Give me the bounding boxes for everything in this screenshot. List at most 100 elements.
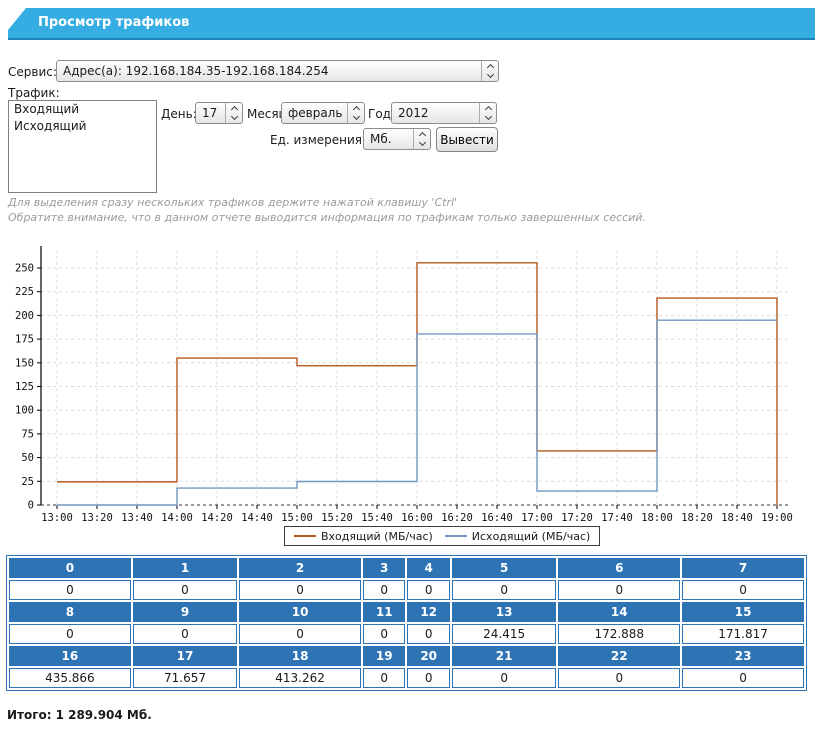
hour-header-cell: 21 — [452, 646, 556, 666]
hour-value-cell: 0 — [682, 668, 804, 688]
hour-header-cell: 15 — [682, 602, 804, 622]
spinner-arrows-icon[interactable] — [225, 103, 242, 123]
spinner-arrows-icon[interactable] — [479, 103, 496, 123]
hour-value-cell: 0 — [452, 668, 556, 688]
hour-value-cell: 0 — [407, 624, 449, 644]
unit-select-value: Мб. — [364, 129, 413, 149]
hour-value-cell: 0 — [558, 668, 680, 688]
chart-canvas: 025507510012515017520022525013:0013:2013… — [0, 240, 815, 530]
hour-header-cell: 1 — [133, 558, 237, 578]
x-tick-label: 13:40 — [121, 512, 153, 524]
hint-ctrl: Для выделения сразу нескольких трафиков … — [8, 196, 457, 209]
y-tick-label: 150 — [15, 357, 34, 369]
hour-value-cell: 171.817 — [682, 624, 804, 644]
hour-header-cell: 9 — [133, 602, 237, 622]
hour-header-cell: 13 — [452, 602, 556, 622]
unit-select[interactable]: Мб. — [363, 128, 431, 150]
traffic-listbox[interactable]: ВходящийИсходящий — [8, 100, 157, 193]
day-select[interactable]: 17 — [195, 102, 243, 124]
hour-value-cell: 0 — [363, 624, 405, 644]
hour-value-cell: 0 — [363, 580, 405, 600]
hour-value-cell: 0 — [133, 580, 237, 600]
y-tick-label: 175 — [15, 334, 34, 346]
legend-line-swatch — [445, 535, 467, 537]
traffic-option-0[interactable]: Входящий — [9, 101, 156, 118]
hour-header-cell: 0 — [9, 558, 131, 578]
traffic-option-1[interactable]: Исходящий — [9, 118, 156, 135]
year-select[interactable]: 2012 — [391, 102, 497, 124]
hour-value-cell: 172.888 — [558, 624, 680, 644]
y-tick-label: 75 — [21, 428, 34, 440]
y-tick-label: 25 — [21, 476, 34, 488]
service-select-value: Адрес(а): 192.168.184.35-192.168.184.254 — [57, 61, 481, 81]
hour-value-cell: 71.657 — [133, 668, 237, 688]
hour-header-cell: 10 — [239, 602, 361, 622]
series-line-1 — [57, 320, 777, 505]
hour-header-cell: 18 — [239, 646, 361, 666]
x-tick-label: 16:40 — [481, 512, 513, 524]
hour-header-cell: 6 — [558, 558, 680, 578]
y-tick-label: 250 — [15, 263, 34, 275]
day-label: День: — [161, 107, 197, 121]
spinner-arrows-icon[interactable] — [481, 61, 498, 81]
x-tick-label: 15:40 — [361, 512, 393, 524]
hour-value-cell: 0 — [682, 580, 804, 600]
x-tick-label: 16:00 — [401, 512, 433, 524]
hour-value-cell: 24.415 — [452, 624, 556, 644]
service-label: Сервис: — [8, 65, 57, 79]
hour-value-cell: 0 — [239, 624, 361, 644]
month-select-value: февраль — [282, 103, 347, 123]
legend-line-swatch — [294, 535, 316, 537]
output-button[interactable]: Вывести — [436, 127, 498, 152]
y-tick-label: 50 — [21, 452, 34, 464]
hour-header-cell: 20 — [407, 646, 449, 666]
total-line: Итого:1 289.904 Мб. — [7, 708, 152, 722]
x-tick-label: 16:20 — [441, 512, 473, 524]
traffic-chart: 025507510012515017520022525013:0013:2013… — [0, 240, 815, 530]
spinner-arrows-icon[interactable] — [413, 129, 430, 149]
hour-header-cell: 17 — [133, 646, 237, 666]
month-select[interactable]: февраль — [281, 102, 365, 124]
traffic-label: Трафик: — [8, 86, 60, 100]
hour-header-cell: 12 — [407, 602, 449, 622]
x-tick-label: 18:20 — [681, 512, 713, 524]
hour-header-cell: 4 — [407, 558, 449, 578]
x-tick-label: 14:20 — [201, 512, 233, 524]
hour-value-cell: 0 — [452, 580, 556, 600]
hour-value-cell: 0 — [239, 580, 361, 600]
traffic-view-page: Просмотр трафиков Сервис: Адрес(а): 192.… — [0, 0, 815, 731]
x-tick-label: 18:00 — [641, 512, 673, 524]
legend-entry-1: Исходящий (МБ/час) — [445, 530, 591, 543]
hour-header-cell: 19 — [363, 646, 405, 666]
day-select-value: 17 — [196, 103, 225, 123]
hour-header-cell: 3 — [363, 558, 405, 578]
hour-header-cell: 16 — [9, 646, 131, 666]
hour-value-cell: 0 — [9, 624, 131, 644]
x-tick-label: 15:20 — [321, 512, 353, 524]
legend-label: Входящий (МБ/час) — [321, 530, 433, 543]
spinner-arrows-icon[interactable] — [347, 103, 364, 123]
service-select[interactable]: Адрес(а): 192.168.184.35-192.168.184.254 — [56, 60, 499, 82]
hour-value-cell: 0 — [407, 580, 449, 600]
y-tick-label: 200 — [15, 310, 34, 322]
x-tick-label: 14:00 — [161, 512, 193, 524]
x-tick-label: 13:20 — [81, 512, 113, 524]
x-tick-label: 15:00 — [281, 512, 313, 524]
hour-value-cell: 0 — [558, 580, 680, 600]
x-tick-label: 18:40 — [721, 512, 753, 524]
hint-sessions: Обратите внимание, что в данном отчете в… — [8, 211, 646, 224]
total-value: 1 289.904 Мб. — [56, 708, 152, 722]
hour-value-cell: 0 — [9, 580, 131, 600]
y-tick-label: 100 — [15, 405, 34, 417]
hour-header-cell: 5 — [452, 558, 556, 578]
y-tick-label: 0 — [28, 500, 34, 512]
hour-header-cell: 11 — [363, 602, 405, 622]
title-bar: Просмотр трафиков — [8, 8, 815, 40]
x-tick-label: 17:00 — [521, 512, 553, 524]
y-tick-label: 225 — [15, 286, 34, 298]
hour-value-cell: 0 — [133, 624, 237, 644]
x-tick-label: 13:00 — [41, 512, 73, 524]
legend-label: Исходящий (МБ/час) — [472, 530, 591, 543]
hour-header-cell: 22 — [558, 646, 680, 666]
hour-header-cell: 14 — [558, 602, 680, 622]
